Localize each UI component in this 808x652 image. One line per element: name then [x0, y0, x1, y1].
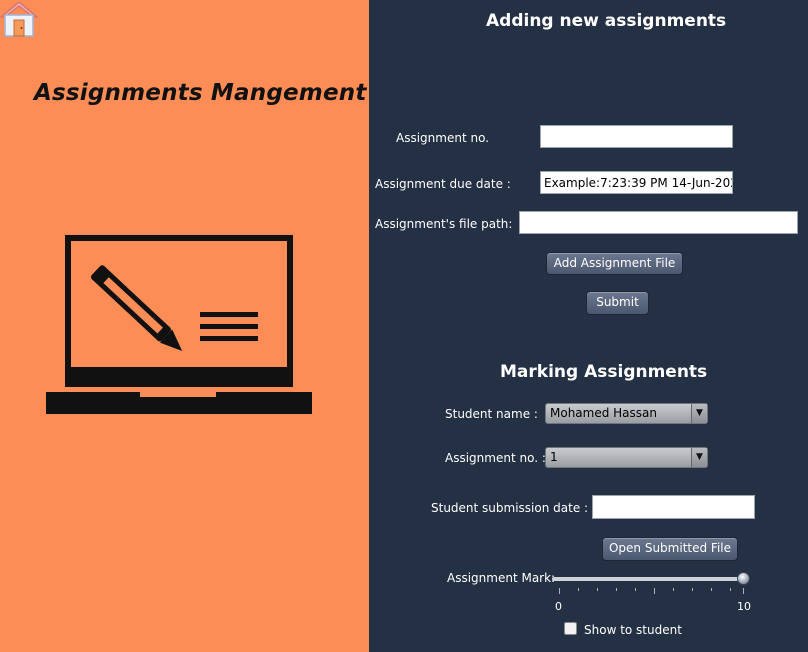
slider-tick — [654, 588, 655, 594]
marking-assignment-no-label: Assignment no. : — [445, 451, 546, 465]
marking-section-title: Marking Assignments — [500, 362, 708, 382]
show-to-student-checkbox[interactable] — [564, 622, 577, 635]
slider-min-label: 0 — [555, 600, 562, 613]
assignment-no-value: 1 — [550, 450, 558, 464]
slider-tick — [559, 588, 560, 594]
submit-button[interactable]: Submit — [586, 291, 649, 315]
file-path-label: Assignment's file path: — [375, 217, 513, 231]
open-submitted-file-button[interactable]: Open Submitted File — [602, 537, 738, 561]
file-path-input[interactable] — [519, 211, 798, 234]
assignment-mark-label: Assignment Mark: — [447, 571, 556, 585]
student-name-select[interactable]: Mohamed Hassan ▼ — [545, 403, 708, 424]
due-date-input[interactable]: Example:7:23:39 PM 14-Jun-2022 — [540, 171, 733, 194]
student-name-label: Student name : — [445, 407, 538, 421]
slider-tick — [673, 588, 674, 591]
slider-tick — [711, 588, 712, 591]
mark-slider-track[interactable] — [552, 577, 744, 581]
assignment-no-input[interactable] — [540, 125, 733, 148]
left-panel: Assignments Mangement — [0, 0, 369, 652]
mark-slider-thumb[interactable] — [737, 572, 750, 585]
slider-tick — [692, 588, 693, 591]
submission-date-input[interactable] — [592, 495, 755, 519]
slider-tick — [616, 588, 617, 591]
slider-tick — [743, 588, 744, 594]
laptop-with-pencil-icon — [44, 234, 316, 422]
slider-max-label: 10 — [737, 600, 751, 613]
right-panel — [369, 0, 808, 652]
assignment-no-select[interactable]: 1 ▼ — [545, 447, 708, 468]
student-name-value: Mohamed Hassan — [550, 406, 657, 420]
add-assignment-file-button[interactable]: Add Assignment File — [546, 252, 683, 275]
app-title: Assignments Mangement — [34, 80, 367, 106]
slider-tick — [597, 588, 598, 591]
slider-tick — [578, 588, 579, 591]
add-section-title: Adding new assignments — [486, 11, 727, 31]
due-date-label: Assignment due date : — [375, 177, 511, 191]
slider-tick — [635, 588, 636, 591]
slider-tick — [730, 588, 731, 591]
submission-date-label: Student submission date : — [431, 501, 589, 515]
chevron-down-icon[interactable]: ▼ — [691, 448, 707, 467]
chevron-down-icon[interactable]: ▼ — [691, 404, 707, 423]
show-to-student-label[interactable]: Show to student — [584, 623, 682, 637]
home-icon[interactable] — [0, 0, 39, 38]
assignment-no-label: Assignment no. — [396, 131, 490, 145]
